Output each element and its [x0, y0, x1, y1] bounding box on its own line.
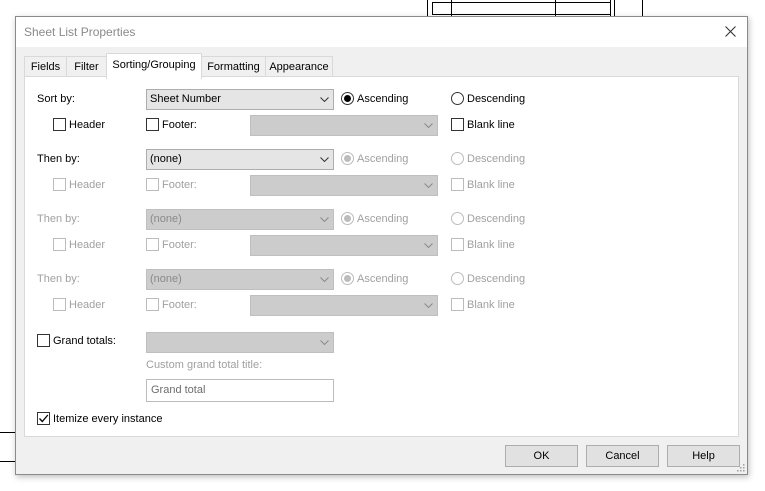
blank-line-checkbox[interactable] [451, 298, 464, 311]
header-checkbox[interactable] [53, 178, 66, 191]
blank-line-checkbox[interactable] [451, 238, 464, 251]
grand-totals-label: Grand totals: [53, 335, 116, 347]
header-checkbox[interactable] [53, 298, 66, 311]
grand-totals-checkbox[interactable] [37, 334, 50, 347]
then-by-select[interactable]: (none) [146, 209, 334, 230]
descending-label: Descending [467, 153, 526, 165]
tab-formatting[interactable]: Formatting [201, 56, 266, 77]
footer-label: Footer: [162, 179, 197, 191]
ok-label: OK [533, 450, 550, 462]
blank-line-label: Blank line [467, 119, 515, 131]
chevron-down-icon [320, 217, 329, 222]
tab-label: Appearance [269, 61, 329, 73]
grand-totals-select[interactable] [146, 332, 334, 353]
then-by-label: Then by: [37, 213, 80, 225]
ascending-radio[interactable] [341, 92, 354, 105]
chevron-down-icon [320, 340, 329, 345]
tab-label: Formatting [207, 61, 260, 73]
descending-label: Descending [467, 213, 526, 225]
header-label: Header [69, 239, 106, 251]
chevron-down-icon [424, 243, 433, 248]
selected-value: Sheet Number [150, 93, 221, 105]
help-label: Help [692, 450, 715, 462]
tab-appearance[interactable]: Appearance [265, 56, 333, 77]
chevron-down-icon [320, 97, 329, 102]
checkmark-icon [39, 414, 49, 423]
itemize-label: Itemize every instance [53, 413, 163, 425]
footer-select[interactable] [250, 235, 438, 256]
footer-select[interactable] [250, 115, 438, 136]
then-by-select[interactable]: (none) [146, 149, 334, 170]
blank-line-label: Blank line [467, 239, 515, 251]
then-by-label: Then by: [37, 153, 80, 165]
itemize-checkbox[interactable] [37, 412, 50, 425]
then-by-select[interactable]: (none) [146, 269, 334, 290]
footer-label: Footer: [162, 299, 197, 311]
custom-grand-total-title-label: Custom grand total title: [146, 359, 263, 371]
descending-radio[interactable] [451, 212, 464, 225]
tab-filter[interactable]: Filter [66, 56, 107, 77]
footer-select[interactable] [250, 295, 438, 316]
descending-label: Descending [467, 93, 526, 105]
resize-grip-icon[interactable] [736, 463, 745, 472]
selected-value: (none) [150, 273, 182, 285]
cancel-button[interactable]: Cancel [586, 445, 659, 467]
blank-line-label: Blank line [467, 299, 515, 311]
close-button[interactable] [715, 17, 747, 47]
sheet-list-properties-dialog: Sheet List Properties Fields Filter Sort… [15, 16, 748, 475]
ascending-label: Ascending [357, 153, 409, 165]
ascending-radio[interactable] [341, 212, 354, 225]
ok-button[interactable]: OK [505, 445, 578, 467]
descending-radio[interactable] [451, 92, 464, 105]
blank-line-label: Blank line [467, 179, 515, 191]
tab-label: Sorting/Grouping [112, 59, 196, 71]
header-checkbox[interactable] [53, 238, 66, 251]
footer-checkbox[interactable] [146, 298, 159, 311]
sorting-grouping-panel: Sort by: Sheet Number Ascending Descendi… [24, 76, 739, 437]
descending-label: Descending [467, 273, 526, 285]
dialog-title: Sheet List Properties [24, 25, 136, 39]
tab-fields[interactable]: Fields [24, 56, 67, 77]
chevron-down-icon [320, 157, 329, 162]
sort-by-label: Sort by: [37, 93, 75, 105]
ascending-label: Ascending [357, 93, 409, 105]
descending-radio[interactable] [451, 272, 464, 285]
header-checkbox[interactable] [53, 118, 66, 131]
ascending-radio[interactable] [341, 272, 354, 285]
chevron-down-icon [424, 123, 433, 128]
selected-value: (none) [150, 213, 182, 225]
footer-select[interactable] [250, 175, 438, 196]
blank-line-checkbox[interactable] [451, 178, 464, 191]
title-bar: Sheet List Properties [16, 17, 747, 47]
custom-grand-total-title-input[interactable]: Grand total [146, 379, 334, 402]
tab-label: Fields [30, 61, 61, 73]
selected-value: (none) [150, 153, 182, 165]
then-by-label: Then by: [37, 273, 80, 285]
footer-checkbox[interactable] [146, 118, 159, 131]
sort-by-select[interactable]: Sheet Number [146, 89, 334, 110]
header-label: Header [69, 179, 106, 191]
footer-checkbox[interactable] [146, 238, 159, 251]
tab-sorting-grouping[interactable]: Sorting/Grouping [106, 53, 202, 79]
help-button[interactable]: Help [667, 445, 740, 467]
ascending-label: Ascending [357, 213, 409, 225]
chevron-down-icon [320, 277, 329, 282]
ascending-label: Ascending [357, 273, 409, 285]
tab-label: Filter [74, 61, 99, 73]
footer-label: Footer: [162, 239, 197, 251]
header-label: Header [69, 119, 106, 131]
blank-line-checkbox[interactable] [451, 118, 464, 131]
header-label: Header [69, 299, 106, 311]
descending-radio[interactable] [451, 152, 464, 165]
chevron-down-icon [424, 183, 433, 188]
close-icon [725, 26, 736, 37]
ascending-radio[interactable] [341, 152, 354, 165]
cancel-label: Cancel [605, 450, 640, 462]
footer-checkbox[interactable] [146, 178, 159, 191]
input-value: Grand total [151, 384, 206, 396]
chevron-down-icon [424, 303, 433, 308]
footer-label: Footer: [162, 119, 197, 131]
